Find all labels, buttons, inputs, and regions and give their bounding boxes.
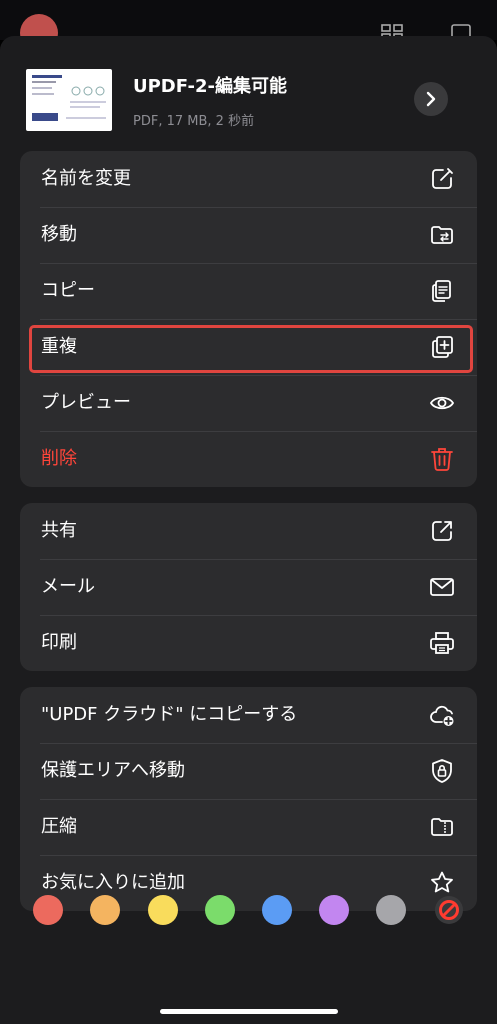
menu-item-delete[interactable]: 削除 [20, 431, 477, 487]
color-tag-orange[interactable] [90, 895, 120, 925]
menu-item-label: 圧縮 [41, 816, 77, 837]
menu-item-label: "UPDF クラウド" にコピーする [41, 704, 298, 725]
action-sheet: UPDF-2-編集可能 PDF, 17 MB, 2 秒前 名前を変更 移動 コピ… [0, 36, 497, 1024]
file-title: UPDF-2-編集可能 [133, 76, 287, 97]
actions-group-file: 名前を変更 移動 コピー 重複 プレビュー 削除 [20, 151, 477, 487]
rename-icon [429, 166, 455, 192]
menu-item-label: プレビュー [41, 392, 131, 413]
mail-icon [429, 574, 455, 600]
color-tag-green[interactable] [205, 895, 235, 925]
zip-folder-icon [429, 814, 455, 840]
menu-item-copy-to-cloud[interactable]: "UPDF クラウド" にコピーする [20, 687, 477, 743]
eye-icon [429, 390, 455, 416]
copy-icon [429, 278, 455, 304]
menu-item-label: 印刷 [41, 632, 77, 653]
menu-item-compress[interactable]: 圧縮 [20, 799, 477, 855]
menu-item-move[interactable]: 移動 [20, 207, 477, 263]
color-tag-gray[interactable] [376, 895, 406, 925]
file-thumbnail [26, 69, 112, 131]
menu-item-share[interactable]: 共有 [20, 503, 477, 559]
file-details-button[interactable] [414, 82, 448, 116]
actions-group-more: "UPDF クラウド" にコピーする 保護エリアへ移動 圧縮 お気に入りに追加 [20, 687, 477, 911]
file-header: UPDF-2-編集可能 PDF, 17 MB, 2 秒前 [0, 36, 497, 150]
folder-move-icon [429, 222, 455, 248]
menu-item-label: 保護エリアへ移動 [41, 760, 185, 781]
menu-item-label: 共有 [41, 520, 77, 541]
color-tag-blue[interactable] [262, 895, 292, 925]
menu-item-label: コピー [41, 280, 95, 301]
menu-item-label: 名前を変更 [41, 168, 131, 189]
home-indicator[interactable] [160, 1009, 338, 1014]
share-icon [429, 518, 455, 544]
menu-item-preview[interactable]: プレビュー [20, 375, 477, 431]
cloud-add-icon [429, 702, 455, 728]
chevron-right-icon [426, 91, 436, 107]
color-tag-purple[interactable] [319, 895, 349, 925]
shield-lock-icon [429, 758, 455, 784]
star-icon [429, 870, 455, 896]
menu-item-mail[interactable]: メール [20, 559, 477, 615]
menu-item-protected-area[interactable]: 保護エリアへ移動 [20, 743, 477, 799]
color-tag-red[interactable] [33, 895, 63, 925]
menu-item-label: 移動 [41, 224, 77, 245]
menu-item-print[interactable]: 印刷 [20, 615, 477, 671]
color-tag-none[interactable] [434, 895, 464, 925]
color-tag-yellow[interactable] [148, 895, 178, 925]
menu-item-label: メール [41, 576, 95, 597]
file-meta: PDF, 17 MB, 2 秒前 [133, 114, 255, 129]
menu-item-rename[interactable]: 名前を変更 [20, 151, 477, 207]
background-top-bar [0, 0, 497, 40]
prohibited-icon [435, 896, 463, 924]
duplicate-highlight-box [29, 325, 473, 373]
actions-group-share: 共有 メール 印刷 [20, 503, 477, 671]
color-tag-picker [0, 895, 497, 927]
printer-icon [429, 630, 455, 656]
menu-item-copy[interactable]: コピー [20, 263, 477, 319]
menu-item-label: 削除 [41, 448, 77, 469]
trash-icon [429, 446, 455, 472]
